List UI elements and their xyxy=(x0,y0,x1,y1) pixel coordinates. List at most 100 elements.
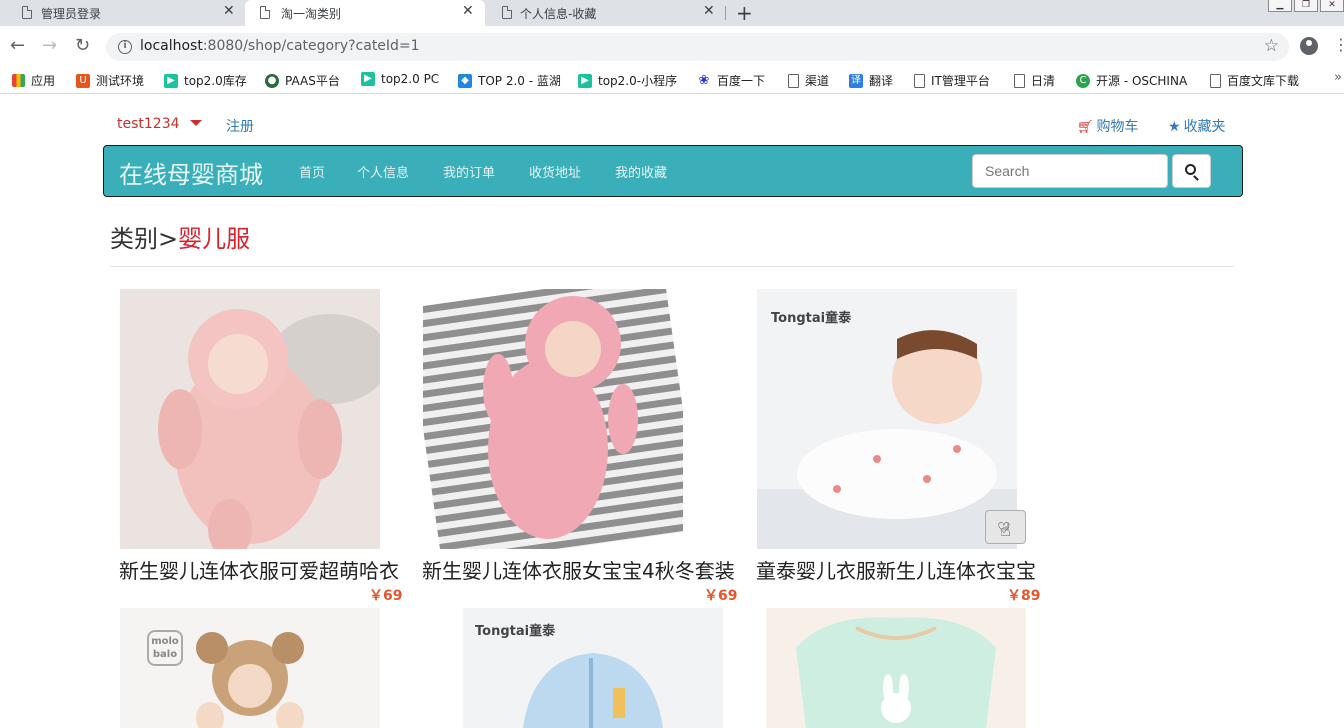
breadcrumb-prefix: 类别> xyxy=(110,225,179,253)
product-image[interactable] xyxy=(766,608,1026,728)
bookmark-apps[interactable]: 应用 xyxy=(12,72,55,89)
bookmark-oschina[interactable]: C 开源 - OSCHINA xyxy=(1076,72,1187,89)
url-text[interactable]: localhost:8080/shop/category?cateId=1 xyxy=(140,38,420,54)
doc-icon xyxy=(1210,73,1221,88)
bookmark-label: 日清 xyxy=(1031,74,1056,88)
close-icon[interactable]: ✕ xyxy=(223,3,235,19)
bookmark-it-platform[interactable]: IT管理平台 xyxy=(914,72,990,89)
tab-category[interactable]: 淘一淘类别 ✕ xyxy=(245,0,485,26)
cart-icon: 🛒︎ xyxy=(1077,120,1094,135)
cart-link[interactable]: 🛒︎ 购物车 xyxy=(1077,116,1139,136)
paw-icon: ❀ xyxy=(697,72,711,88)
bookmark-label: 渠道 xyxy=(805,74,830,88)
tab-title: 管理员登录 xyxy=(41,7,102,21)
tab-admin-login[interactable]: 管理员登录 ✕ xyxy=(0,0,245,26)
baby-pink-romper-stripes-illustration xyxy=(423,289,683,549)
bookmark-wenku[interactable]: 百度文库下载 xyxy=(1210,72,1299,89)
bookmark-channel[interactable]: 渠道 xyxy=(788,72,829,89)
cart-label: 购物车 xyxy=(1096,119,1139,135)
nav-home[interactable]: 首页 xyxy=(299,162,325,181)
baby-mint-vest-illustration xyxy=(766,608,1026,728)
product-price: ￥69 xyxy=(369,588,403,604)
tab-favorites[interactable]: 个人信息-收藏 ✕ xyxy=(485,0,725,26)
address-bar[interactable]: i localhost:8080/shop/category?cateId=1 … xyxy=(106,33,1289,61)
close-icon[interactable]: ✕ xyxy=(703,3,715,19)
back-arrow-icon[interactable]: ← xyxy=(10,36,25,56)
bookmark-riqing[interactable]: 日清 xyxy=(1014,72,1055,89)
lanhu-icon: ◆ xyxy=(458,73,472,88)
product-image[interactable]: Tongtai童泰 xyxy=(463,608,723,728)
bookmark-translate[interactable]: 译翻译 xyxy=(849,72,893,89)
doc-icon xyxy=(1014,73,1025,88)
bookmark-star-icon[interactable]: ☆ xyxy=(1264,36,1279,56)
bookmark-top2-stock[interactable]: ▶ top2.0库存 xyxy=(164,72,247,89)
product-image[interactable] xyxy=(120,289,380,549)
breadcrumb-category[interactable]: 婴儿服 xyxy=(178,225,250,253)
register-link[interactable]: 注册 xyxy=(226,116,254,136)
product-price: ￥69 xyxy=(704,588,738,604)
bookmark-label: top2.0 PC xyxy=(381,72,440,86)
nav-favorites[interactable]: 我的收藏 xyxy=(615,162,667,181)
product-image[interactable]: Tongtai童泰 xyxy=(757,289,1017,549)
doc-icon xyxy=(788,73,799,88)
baby-pink-snowsuit-illustration xyxy=(120,289,380,549)
bookmark-label: 百度一下 xyxy=(717,74,766,88)
username: test1234 xyxy=(117,116,180,132)
product-name[interactable]: 童泰婴儿衣服新生儿连体衣宝宝 xyxy=(756,555,1036,584)
browser-tab-strip: 管理员登录 ✕ 淘一淘类别 ✕ 个人信息-收藏 ✕ + ▁ ❐ ✕ xyxy=(0,0,1344,26)
search-input[interactable] xyxy=(972,154,1168,188)
bookmark-miniprogram[interactable]: ▶ top2.0-小程序 xyxy=(578,72,677,89)
bookmark-paas[interactable]: ● PAAS平台 xyxy=(265,72,340,89)
reload-icon[interactable]: ↻ xyxy=(75,36,90,56)
u-brand-icon: U xyxy=(76,73,90,88)
brand-logo[interactable]: 在线母婴商城 xyxy=(119,155,263,190)
brand-mark: Tongtai童泰 xyxy=(475,624,556,639)
minimize-button[interactable]: ▁ xyxy=(1268,0,1292,12)
brand-mark: molo balo xyxy=(147,630,183,666)
url-path: :8080/shop/category?cateId=1 xyxy=(202,38,420,54)
play-green-icon: ▶ xyxy=(578,73,592,88)
apps-grid-icon xyxy=(12,74,25,87)
profile-avatar-icon[interactable] xyxy=(1300,37,1318,55)
bookmark-label: 开源 - OSCHINA xyxy=(1096,74,1188,88)
menu-kebab-icon[interactable]: ⋮ xyxy=(1333,36,1344,54)
url-host: localhost xyxy=(140,38,203,54)
tab-separator xyxy=(725,6,726,20)
doc-icon xyxy=(914,73,925,88)
user-dropdown[interactable]: test1234 xyxy=(117,116,202,132)
main-navbar: 在线母婴商城 首页 个人信息 我的订单 收货地址 我的收藏 xyxy=(103,145,1243,197)
new-tab-button[interactable]: + xyxy=(736,1,753,25)
bookmark-baidu[interactable]: ❀ 百度一下 xyxy=(697,72,765,89)
close-window-button[interactable]: ✕ xyxy=(1320,0,1344,12)
restore-button[interactable]: ❐ xyxy=(1294,0,1318,12)
divider xyxy=(110,266,1234,267)
bookmark-label: 应用 xyxy=(31,74,56,88)
nav-profile[interactable]: 个人信息 xyxy=(357,162,409,181)
product-image[interactable] xyxy=(423,289,683,549)
bookmark-label: PAAS平台 xyxy=(285,74,340,88)
oschina-icon: C xyxy=(1076,73,1090,88)
bookmarks-overflow-button[interactable]: » xyxy=(1334,70,1342,85)
bookmark-label: IT管理平台 xyxy=(931,74,990,88)
bookmark-label: top2.0库存 xyxy=(184,74,247,88)
nav-address[interactable]: 收货地址 xyxy=(529,162,581,181)
product-image[interactable]: molo balo xyxy=(120,608,380,728)
brand-mark: Tongtai童泰 xyxy=(771,311,852,326)
product-name[interactable]: 新生婴儿连体衣服女宝宝4秋冬套装 xyxy=(422,555,735,584)
search-button[interactable] xyxy=(1172,154,1211,188)
bookmark-test-env[interactable]: U 测试环境 xyxy=(76,72,144,89)
bookmark-label: 翻译 xyxy=(869,74,894,88)
baby-bear-romper-illustration xyxy=(120,608,380,728)
forward-arrow-icon[interactable]: → xyxy=(42,36,57,56)
product-name[interactable]: 新生婴儿连体衣服可爱超萌哈衣 xyxy=(119,555,399,584)
info-icon[interactable]: i xyxy=(118,40,132,54)
close-icon[interactable]: ✕ xyxy=(462,3,474,19)
breadcrumb: 类别>婴儿服 xyxy=(110,219,250,254)
bookmark-lanhu[interactable]: ◆ TOP 2.0 - 蓝湖 xyxy=(458,72,561,89)
nav-orders[interactable]: 我的订单 xyxy=(443,162,495,181)
search-icon xyxy=(1185,164,1196,175)
favorites-link[interactable]: ★ 收藏夹 xyxy=(1168,116,1226,136)
baby-white-bodysuit-illustration xyxy=(757,289,1017,549)
bookmark-top2-pc[interactable]: ▶ top2.0 PC xyxy=(361,72,439,86)
page-icon xyxy=(260,6,270,19)
